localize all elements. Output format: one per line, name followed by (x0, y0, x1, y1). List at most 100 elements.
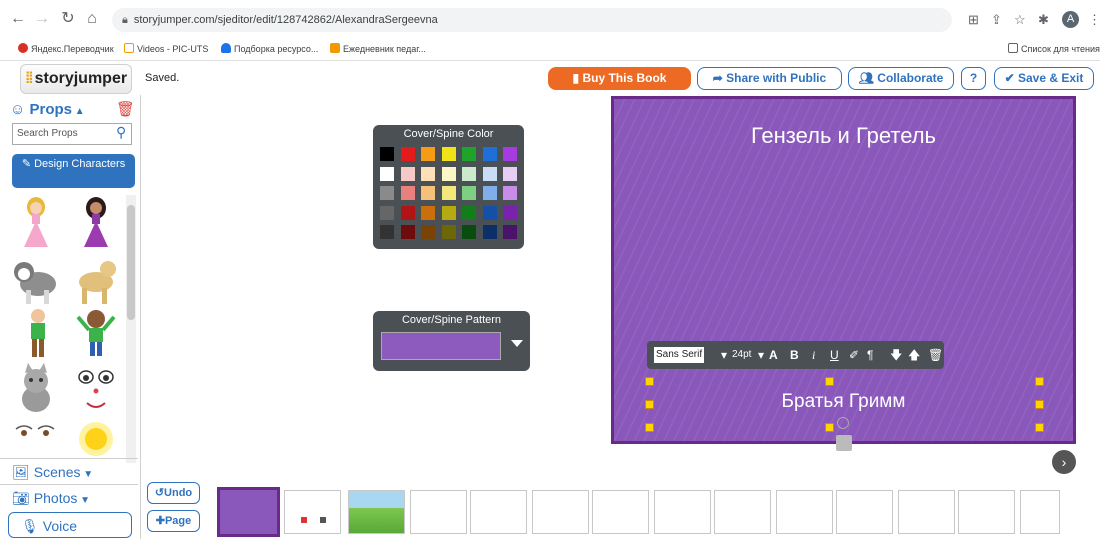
color-swatch[interactable] (441, 186, 456, 200)
collaborate-button[interactable]: 👥︎ Collaborate (848, 67, 954, 90)
color-swatch[interactable] (441, 225, 456, 239)
color-swatch[interactable] (400, 147, 415, 161)
help-button[interactable]: ? (961, 67, 986, 90)
underline-icon[interactable]: U (830, 341, 839, 369)
prop-labrador[interactable] (70, 252, 118, 307)
reading-list[interactable]: Список для чтения (1008, 42, 1100, 56)
thumbnail-blank[interactable] (776, 490, 833, 534)
resize-handle[interactable] (645, 377, 654, 386)
color-swatch[interactable] (503, 166, 517, 181)
props-scrollbar-thumb[interactable] (127, 205, 135, 320)
color-swatch[interactable] (462, 225, 476, 239)
color-swatch[interactable] (462, 186, 476, 200)
resize-handle[interactable] (645, 423, 654, 432)
thumbnail-blank[interactable] (836, 490, 893, 534)
reload-icon[interactable]: ↻ (58, 9, 78, 29)
design-characters-button[interactable]: ✎ Design Characters (12, 154, 135, 188)
color-swatch[interactable] (462, 166, 476, 181)
book-author[interactable]: Братья Гримм (614, 391, 1073, 413)
star-icon[interactable]: ☆ (1014, 12, 1026, 28)
resize-handle[interactable] (1035, 423, 1044, 432)
prop-husky[interactable] (10, 252, 58, 307)
prop-face[interactable] (72, 363, 120, 418)
book-title[interactable]: Гензель и Гретель (614, 123, 1073, 149)
undo-button[interactable]: ↺Undo (147, 482, 200, 504)
thumbnail-blank[interactable] (958, 490, 1015, 534)
profile-avatar[interactable]: A (1062, 11, 1079, 28)
paragraph-icon[interactable]: ¶ (867, 341, 873, 369)
prop-princess-blonde[interactable] (12, 195, 60, 250)
save-exit-button[interactable]: ✔ Save & Exit (994, 67, 1094, 90)
color-swatch[interactable] (441, 205, 456, 220)
color-swatch[interactable] (503, 225, 517, 239)
resize-handle[interactable] (825, 423, 834, 432)
thumbnail-blank[interactable] (714, 490, 771, 534)
next-page-icon[interactable]: › (1052, 450, 1076, 474)
color-swatch[interactable] (503, 147, 517, 161)
delete-icon[interactable]: 🗑︎ (928, 341, 943, 369)
font-select[interactable]: Sans Serif (654, 347, 705, 363)
bold-icon[interactable]: B (790, 341, 799, 369)
font-caret-icon[interactable]: ▾ (721, 341, 727, 369)
prop-boy-green[interactable] (14, 307, 62, 362)
color-swatch[interactable] (503, 205, 517, 220)
color-swatch[interactable] (400, 186, 415, 200)
pattern-dropdown-arrow-icon[interactable] (511, 340, 523, 347)
color-swatch[interactable] (482, 147, 497, 161)
share-icon[interactable]: ⇪ (991, 12, 1002, 28)
size-caret-icon[interactable]: ▾ (758, 341, 764, 369)
color-swatch[interactable] (421, 147, 435, 161)
thumbnail-blank[interactable] (898, 490, 955, 534)
color-swatch[interactable] (421, 225, 435, 239)
resize-handle[interactable] (825, 377, 834, 386)
thumbnail-blank[interactable] (470, 490, 527, 534)
resize-handle[interactable] (645, 400, 654, 409)
color-swatch[interactable] (380, 186, 394, 200)
resize-handle[interactable] (1035, 400, 1044, 409)
color-swatch[interactable] (421, 166, 435, 181)
thumbnail-blank[interactable] (532, 490, 589, 534)
color-swatch[interactable] (400, 205, 415, 220)
color-swatch[interactable] (380, 147, 394, 161)
photos-dropdown[interactable]: 📷︎ Photos ▼ (0, 484, 138, 510)
menu-dots-icon[interactable]: ⋮ (1088, 12, 1100, 28)
bookmark-yandex-translate[interactable]: Яндекс.Переводчик (18, 42, 114, 56)
prop-boy-cheering[interactable] (72, 307, 120, 362)
forward-icon[interactable]: → (32, 9, 52, 29)
color-swatch[interactable] (380, 225, 394, 239)
color-swatch[interactable] (421, 205, 435, 220)
color-swatch[interactable] (421, 186, 435, 200)
add-page-button[interactable]: ✚Page (147, 510, 200, 532)
prop-sun[interactable] (72, 417, 120, 460)
thumbnail-blank[interactable] (592, 490, 649, 534)
translate-icon[interactable]: ⊞ (968, 12, 979, 28)
color-swatch[interactable] (380, 166, 394, 181)
bookmark-videos[interactable]: Videos - PIC-UTS (124, 42, 208, 56)
back-icon[interactable]: ← (8, 9, 28, 29)
color-swatch[interactable] (380, 205, 394, 220)
search-icon[interactable]: ⚲ (116, 124, 126, 141)
color-swatch[interactable] (400, 166, 415, 181)
buy-book-button[interactable]: ▮ Buy This Book (548, 67, 691, 90)
color-swatch[interactable] (400, 225, 415, 239)
eraser-icon[interactable]: ✐ (849, 341, 859, 369)
color-swatch[interactable] (482, 166, 497, 181)
move-up-icon[interactable]: 🡅 (908, 341, 920, 369)
voice-button[interactable]: 🎙︎ Voice (8, 512, 132, 538)
thumbnail-cover[interactable] (217, 487, 280, 537)
prop-eyes[interactable] (12, 421, 60, 460)
prop-princess-dark[interactable] (72, 195, 120, 250)
prop-kitten[interactable] (12, 363, 60, 418)
props-dropdown[interactable]: ☺ Props ▲ (10, 101, 85, 118)
share-public-button[interactable]: ➦ Share with Public (697, 67, 842, 90)
color-swatch[interactable] (441, 166, 456, 181)
color-swatch[interactable] (482, 186, 497, 200)
pattern-swatch[interactable] (381, 332, 501, 360)
move-down-icon[interactable]: 🡇 (890, 341, 902, 369)
thumbnail-blank[interactable] (410, 490, 467, 534)
search-props-input[interactable]: Search Props (12, 123, 132, 145)
color-swatch[interactable] (503, 186, 517, 200)
scenes-dropdown[interactable]: 🖼︎ Scenes ▼ (0, 458, 138, 484)
book-cover[interactable]: Гензель и Гретель Братья Гримм (611, 96, 1076, 444)
color-swatch[interactable] (462, 205, 476, 220)
